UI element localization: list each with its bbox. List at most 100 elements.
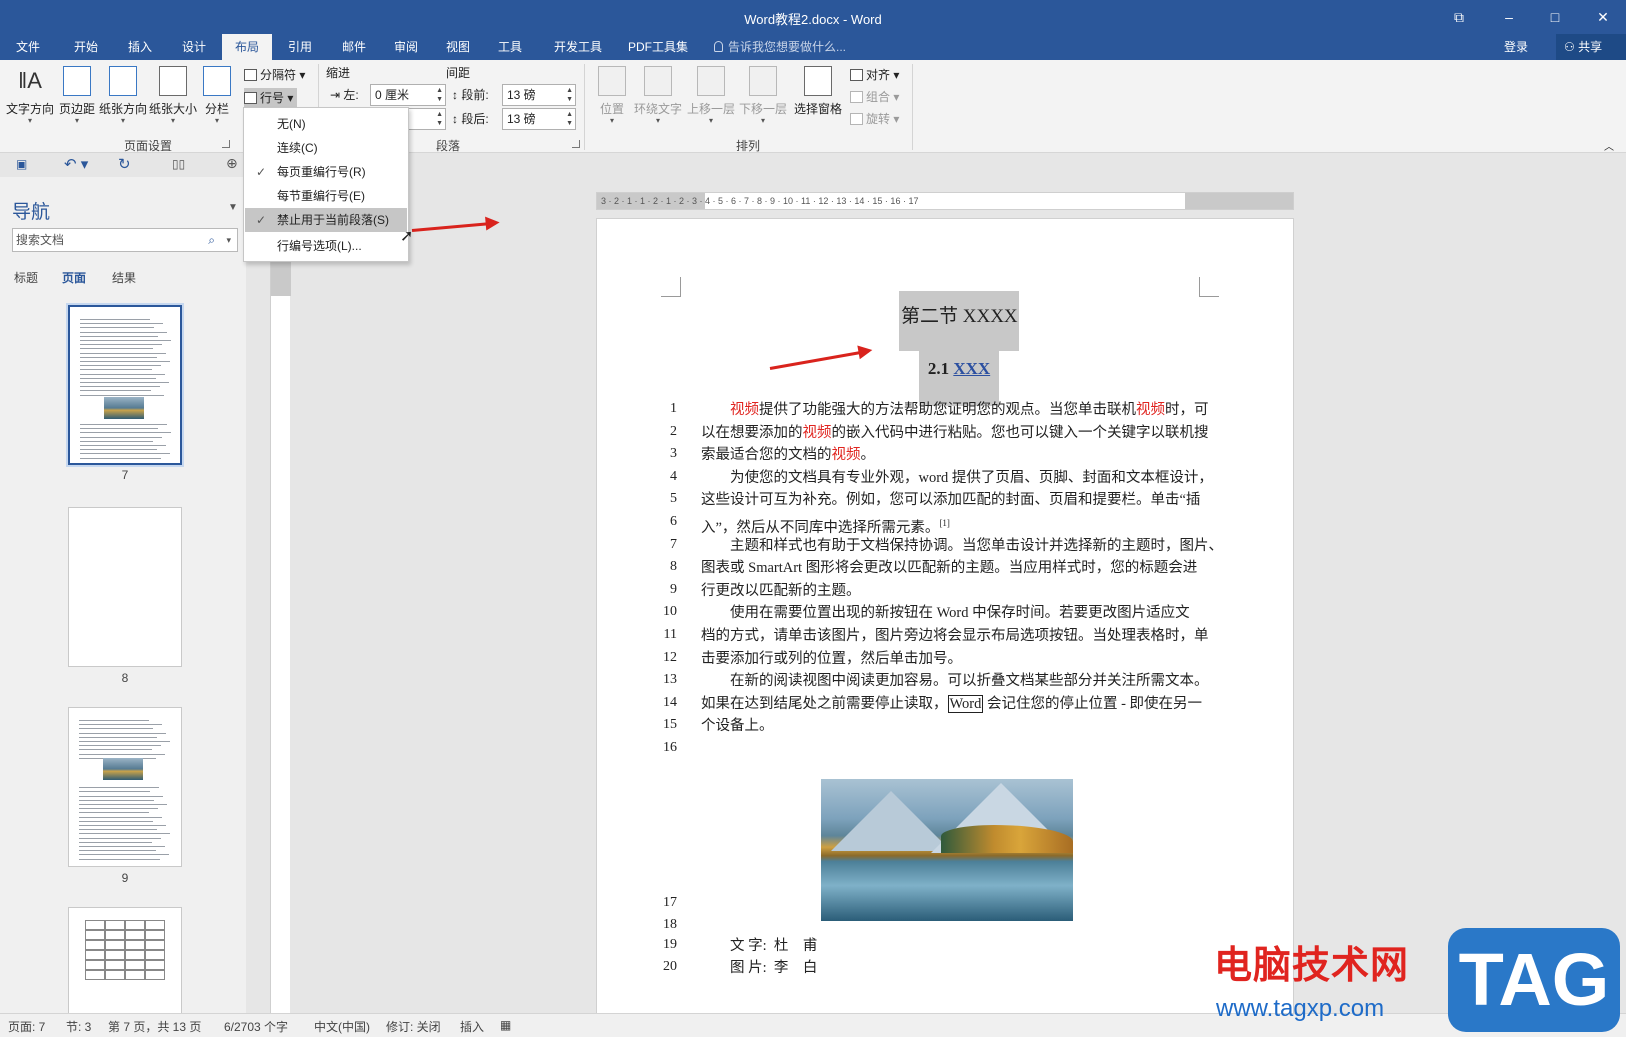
read-mode-icon[interactable]: ▯▯ bbox=[172, 157, 185, 171]
text-line[interactable]: 主题和样式也有助于文档保持协调。当您单击设计并选择新的主题时，图片、 bbox=[701, 535, 1223, 557]
menu-item-none[interactable]: 无(N) bbox=[245, 112, 407, 136]
page-thumbnail[interactable] bbox=[68, 907, 182, 1013]
size-button[interactable]: 纸张大小 ▾ bbox=[148, 66, 198, 125]
spinner-icon[interactable]: ▲ ▼ bbox=[436, 110, 443, 128]
status-track-changes[interactable]: 修订: 关闭 bbox=[386, 1018, 441, 1035]
text-line[interactable] bbox=[701, 738, 1199, 760]
redo-icon[interactable]: ↻ bbox=[118, 155, 131, 173]
text-line[interactable]: 档的方式，请单击该图片，图片旁边将会显示布局选项按钮。当处理表格时，单 bbox=[701, 625, 1209, 647]
text-line[interactable]: 以在想要添加的视频的嵌入代码中进行粘贴。您也可以键入一个关键字以联机搜 bbox=[701, 422, 1209, 444]
tab-mailings[interactable]: 邮件 bbox=[332, 34, 376, 60]
document-page[interactable]: 第二节 XXXX 2.1 XXX 1 视频提供了功能强大的方法帮助您证明您的观点。… bbox=[596, 218, 1294, 1018]
close-icon[interactable]: ✕ bbox=[1588, 6, 1618, 28]
rotate-button[interactable]: 旋转 ▾ bbox=[850, 110, 899, 127]
menu-item-restart-each-section[interactable]: 每节重编行号(E) bbox=[245, 184, 407, 208]
status-language[interactable]: 中文(中国) bbox=[314, 1018, 370, 1035]
text-line[interactable]: 为使您的文档具有专业外观，word 提供了页眉、页脚、封面和文本框设计， bbox=[701, 467, 1213, 489]
status-page[interactable]: 页面: 7 bbox=[8, 1018, 45, 1035]
page-thumbnail[interactable] bbox=[68, 507, 182, 667]
menu-item-line-numbering-options[interactable]: 行编号选项(L)... bbox=[245, 234, 407, 258]
text-line[interactable]: 击要添加行或列的位置，然后单击加号。 bbox=[701, 648, 1199, 670]
tab-insert[interactable]: 插入 bbox=[118, 34, 162, 60]
paragraph-launcher-icon[interactable] bbox=[572, 140, 580, 148]
tab-pdf-tools[interactable]: PDF工具集 bbox=[622, 34, 694, 60]
text-line[interactable]: 如果在达到结尾处之前需要停止读取， Word 会记住您的停止位置 - 即使在另一 bbox=[701, 693, 1202, 715]
login-link[interactable]: 登录 bbox=[1504, 34, 1528, 60]
columns-button[interactable]: 分栏 ▾ bbox=[200, 66, 234, 125]
text-line[interactable]: 在新的阅读视图中阅读更加容易。可以折叠文档某些部分并关注所需文本。 bbox=[701, 670, 1209, 692]
nav-tab-pages[interactable]: 页面 bbox=[62, 269, 86, 286]
space-after-field[interactable]: 13 磅 ▲ ▼ bbox=[502, 108, 576, 130]
indent-left-field[interactable]: 0 厘米 ▲ ▼ bbox=[370, 84, 446, 106]
page-thumbnail[interactable] bbox=[68, 707, 182, 867]
status-page-of[interactable]: 第 7 页，共 13 页 bbox=[108, 1018, 201, 1035]
text-line[interactable]: 个设备上。 bbox=[701, 715, 1199, 737]
share-button[interactable]: ⚇ 共享 bbox=[1556, 34, 1626, 60]
menu-item-restart-each-page[interactable]: ✓ 每页重编行号(R) bbox=[245, 160, 407, 184]
heading-2[interactable]: 2.1 XXX bbox=[919, 351, 999, 406]
status-word-count[interactable]: 6/2703 个字 bbox=[224, 1018, 288, 1035]
minimize-icon[interactable]: – bbox=[1494, 6, 1524, 28]
heading-2-link[interactable]: XXX bbox=[953, 359, 990, 378]
tab-developer[interactable]: 开发工具 bbox=[546, 34, 610, 60]
ribbon-display-options-icon[interactable]: ⧉ bbox=[1444, 6, 1474, 28]
text-line[interactable]: 入”，然后从不同库中选择所需元素。[1] bbox=[701, 512, 1199, 536]
horizontal-ruler[interactable]: 3 · 2 · 1 · 1 · 2 · 1 · 2 · 3 · 4 · 5 · … bbox=[596, 192, 1294, 210]
macro-record-icon[interactable]: ▦ bbox=[500, 1018, 511, 1032]
position-button[interactable]: 位置 ▾ bbox=[592, 66, 632, 125]
breaks-button[interactable]: 分隔符 ▾ bbox=[244, 66, 305, 83]
orientation-button[interactable]: 纸张方向 ▾ bbox=[98, 66, 148, 125]
page-thumbnail[interactable] bbox=[68, 305, 182, 465]
tab-view[interactable]: 视图 bbox=[436, 34, 480, 60]
page-setup-launcher-icon[interactable] bbox=[222, 140, 230, 148]
text-line[interactable]: 文 字: 杜 甫 bbox=[701, 935, 1199, 957]
nav-search-input[interactable]: 搜索文档 ⌕ ▾ bbox=[12, 228, 238, 252]
selection-pane-button[interactable]: 选择窗格 bbox=[792, 66, 844, 117]
collapse-ribbon-icon[interactable]: ︿ bbox=[1604, 138, 1614, 153]
text-line[interactable]: 这些设计可互为补充。例如，您可以添加匹配的封面、页眉和提要栏。单击“插 bbox=[701, 489, 1200, 511]
nav-tab-headings[interactable]: 标题 bbox=[14, 269, 38, 286]
vertical-ruler[interactable] bbox=[270, 256, 291, 1016]
text-line[interactable]: 使用在需要位置出现的新按钮在 Word 中保存时间。若要更改图片适应文 bbox=[701, 602, 1199, 624]
line-numbers-button[interactable]: 行号 ▾ bbox=[244, 88, 298, 107]
menu-item-continuous[interactable]: 连续(C) bbox=[245, 136, 407, 160]
wrap-text-button[interactable]: 环绕文字 ▾ bbox=[632, 66, 684, 125]
tab-file[interactable]: 文件 bbox=[6, 34, 50, 60]
tab-references[interactable]: 引用 bbox=[278, 34, 322, 60]
chevron-down-icon[interactable]: ▾ bbox=[226, 229, 231, 251]
status-insert-mode[interactable]: 插入 bbox=[460, 1018, 484, 1035]
heading-1[interactable]: 第二节 XXXX bbox=[899, 291, 1019, 351]
send-backward-button[interactable]: 下移一层 ▾ bbox=[738, 66, 788, 125]
text-line[interactable]: 行更改以匹配新的主题。 bbox=[701, 580, 1199, 602]
text-line[interactable]: 图 片: 李 白 bbox=[701, 957, 1199, 979]
tab-home[interactable]: 开始 bbox=[64, 34, 108, 60]
space-before-field[interactable]: 13 磅 ▲ ▼ bbox=[502, 84, 576, 106]
tab-design[interactable]: 设计 bbox=[172, 34, 216, 60]
text-line[interactable]: 图表或 SmartArt 图形将会更改以匹配新的主题。当应用样式时，您的标题会进 bbox=[701, 557, 1199, 579]
text-line[interactable] bbox=[701, 893, 1199, 915]
spinner-icon[interactable]: ▲ ▼ bbox=[566, 110, 573, 128]
text-direction-button[interactable]: ‖A 文字方向 ▾ bbox=[4, 66, 56, 125]
menu-item-suppress-current-paragraph[interactable]: ✓ 禁止用于当前段落(S) bbox=[245, 208, 407, 232]
tell-me-box[interactable]: 告诉我您想要做什么... bbox=[714, 34, 846, 60]
status-section[interactable]: 节: 3 bbox=[66, 1018, 91, 1035]
tab-layout[interactable]: 布局 bbox=[222, 34, 272, 60]
group-objects-button[interactable]: 组合 ▾ bbox=[850, 88, 899, 105]
tab-tools[interactable]: 工具 bbox=[488, 34, 532, 60]
text-line[interactable] bbox=[701, 915, 1199, 937]
search-icon[interactable]: ⌕ bbox=[208, 229, 215, 251]
text-line[interactable]: 视频提供了功能强大的方法帮助您证明您的观点。当您单击联机视频时，可 bbox=[701, 399, 1209, 421]
align-button[interactable]: 对齐 ▾ bbox=[850, 66, 899, 83]
touch-mode-icon[interactable]: ⊕ bbox=[226, 155, 238, 172]
nav-tab-results[interactable]: 结果 bbox=[112, 269, 136, 286]
tab-review[interactable]: 审阅 bbox=[384, 34, 428, 60]
undo-icon[interactable]: ↶ ▾ bbox=[64, 155, 88, 173]
spinner-icon[interactable]: ▲ ▼ bbox=[436, 86, 443, 104]
margins-button[interactable]: 页边距 ▾ bbox=[56, 66, 98, 125]
save-icon[interactable]: ▣ bbox=[16, 157, 27, 171]
maximize-icon[interactable]: □ bbox=[1540, 6, 1570, 28]
bring-forward-button[interactable]: 上移一层 ▾ bbox=[686, 66, 736, 125]
spinner-icon[interactable]: ▲ ▼ bbox=[566, 86, 573, 104]
nav-options-chevron-icon[interactable]: ▼ bbox=[228, 202, 238, 213]
text-line[interactable]: 索最适合您的文档的视频。 bbox=[701, 444, 1199, 466]
